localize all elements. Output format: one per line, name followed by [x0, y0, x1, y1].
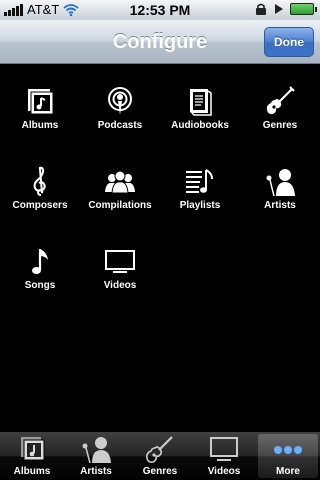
grid-item-label: Audiobooks	[171, 120, 229, 131]
grid-item-genres[interactable]: Genres	[240, 64, 320, 144]
grid-item-label: Albums	[21, 120, 59, 131]
grid-item-label: Podcasts	[97, 120, 143, 131]
songs-icon	[32, 249, 48, 274]
play-status-icon	[275, 4, 283, 14]
tab-label: Videos	[207, 466, 241, 477]
tab-albums[interactable]: Albums	[0, 432, 64, 480]
playlists-icon	[186, 169, 213, 193]
grid-item-podcasts[interactable]: Podcasts	[80, 64, 160, 144]
grid-item-playlists[interactable]: Playlists	[160, 144, 240, 224]
tab-label: Genres	[142, 466, 178, 477]
grid-item-label: Artists	[264, 200, 296, 211]
videos-icon	[210, 437, 238, 461]
albums-icon	[28, 89, 54, 115]
status-bar: AT&T 12:53 PM	[0, 0, 320, 20]
grid-item-label: Songs	[24, 280, 56, 291]
grid-item-compilations[interactable]: Compilations	[80, 144, 160, 224]
audiobooks-icon	[190, 89, 212, 116]
compilations-icon	[105, 170, 135, 194]
composers-icon	[33, 166, 46, 196]
grid-item-songs[interactable]: Songs	[0, 224, 80, 304]
tab-genres[interactable]: Genres	[128, 432, 192, 480]
podcasts-icon	[108, 87, 132, 115]
artists-icon	[266, 169, 295, 196]
grid-item-label: Compilations	[88, 200, 152, 211]
grid-item-audiobooks[interactable]: Audiobooks	[160, 64, 240, 144]
grid-item-label: Genres	[262, 120, 298, 131]
grid-item-label: Videos	[103, 280, 137, 291]
artists-icon	[82, 437, 111, 463]
more-icon	[274, 446, 302, 454]
navigation-bar: Configure Done	[0, 20, 320, 64]
lock-icon	[256, 3, 266, 15]
grid-item-composers[interactable]: Composers	[0, 144, 80, 224]
tab-label: Albums	[13, 466, 51, 477]
tab-label: Artists	[80, 466, 112, 477]
battery-icon	[290, 3, 317, 15]
grid-item-label: Composers	[12, 200, 68, 211]
tab-more[interactable]: More	[258, 434, 318, 478]
grid-item-label: Playlists	[179, 200, 221, 211]
genres-icon	[146, 436, 173, 463]
grid-item-artists[interactable]: Artists	[240, 144, 320, 224]
configure-grid: Albums Podcasts Audiobooks Genres Compos…	[0, 64, 320, 432]
grid-item-albums[interactable]: Albums	[0, 64, 80, 144]
tab-videos[interactable]: Videos	[192, 432, 256, 480]
genres-icon	[266, 86, 295, 115]
tab-bar: Albums Artists Genres Videos More	[0, 432, 320, 480]
tab-label: More	[276, 466, 300, 477]
videos-icon	[105, 250, 135, 273]
done-button[interactable]: Done	[264, 27, 314, 57]
tab-artists[interactable]: Artists	[64, 432, 128, 480]
grid-item-videos[interactable]: Videos	[80, 224, 160, 304]
albums-icon	[21, 437, 45, 461]
